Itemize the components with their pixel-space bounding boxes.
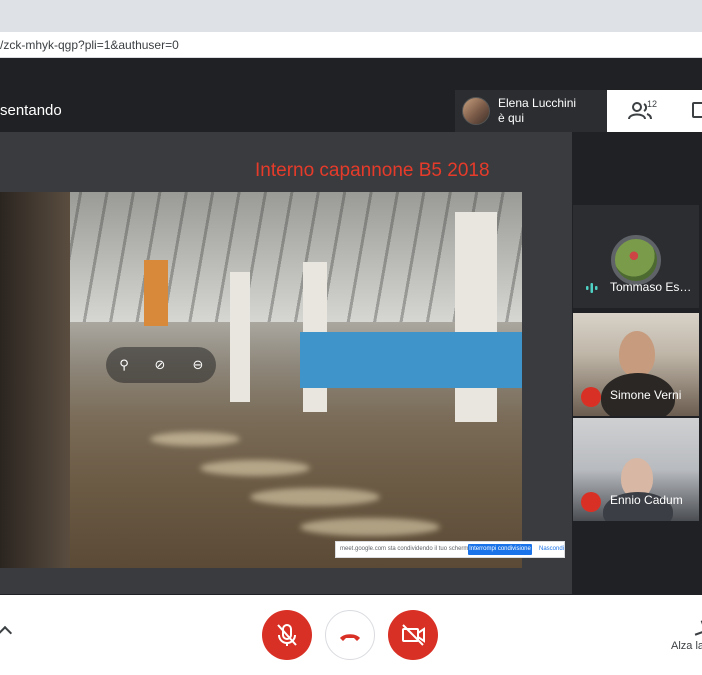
raise-hand-button[interactable]: Alza la: [671, 640, 702, 652]
raise-hand-icon[interactable]: [691, 620, 702, 636]
address-bar[interactable]: /zck-mhyk-qgp?pli=1&authuser=0: [0, 32, 702, 58]
tile-controls: ⚲ ⊘ ⊖: [106, 347, 216, 383]
toggle-mic-button[interactable]: [262, 610, 312, 660]
participant-tile[interactable]: Simone Verni: [573, 313, 699, 416]
leave-call-button[interactable]: [325, 610, 375, 660]
joined-toast-text: Elena Lucchini è qui: [498, 96, 576, 126]
chat-icon[interactable]: [692, 102, 702, 118]
browser-tabstrip: [0, 0, 702, 32]
participant-joined-toast: Elena Lucchini è qui: [455, 90, 607, 132]
participant-tile[interactable]: Tommaso Es…: [573, 205, 699, 308]
slide-photo: [0, 192, 522, 568]
participant-name: Tommaso Es…: [610, 280, 692, 294]
slide-title: Interno capannone B5 2018: [255, 160, 490, 181]
header-actions: 12: [607, 90, 702, 132]
participant-name: Ennio Cadum: [610, 493, 683, 507]
photo-blue-machine: [300, 332, 522, 388]
photo-column: [455, 212, 497, 422]
mic-off-icon: [277, 624, 297, 646]
participant-tiles: Tommaso Es… Simone Verni Ennio Cadum: [573, 205, 702, 525]
photo-floor-light: [250, 488, 380, 506]
hide-share-bar-button[interactable]: Nascondi: [539, 546, 564, 552]
participant-name: Simone Verni: [610, 388, 682, 402]
url-text[interactable]: /zck-mhyk-qgp?pli=1&authuser=0: [0, 38, 179, 52]
remove-icon[interactable]: ⊖: [190, 357, 206, 373]
pin-icon[interactable]: ⚲: [116, 357, 132, 373]
photo-column: [230, 272, 250, 402]
photo-roof: [0, 192, 522, 322]
participant-tile[interactable]: Ennio Cadum: [573, 418, 699, 521]
avatar: [611, 235, 661, 285]
stop-sharing-button[interactable]: Interrompi condivisione: [468, 544, 532, 555]
chevron-up-icon[interactable]: [0, 625, 13, 641]
mic-off-icon: [581, 492, 601, 512]
mic-off-icon: [581, 387, 601, 407]
presenting-label: sentando: [0, 102, 62, 119]
mute-icon[interactable]: ⊘: [152, 357, 168, 373]
screen-share-bar: meet.google.com sta condividendo il tuo …: [335, 541, 565, 558]
speaking-indicator-icon: [586, 283, 598, 293]
joined-name: Elena Lucchini: [498, 96, 577, 110]
toggle-camera-button[interactable]: [388, 610, 438, 660]
photo-orange-panel: [144, 260, 168, 326]
participant-video: [619, 331, 655, 377]
share-bar-text: meet.google.com sta condividendo il tuo …: [340, 546, 474, 552]
people-count: 12: [647, 99, 658, 109]
photo-floor-light: [150, 432, 240, 446]
photo-left-wall: [0, 192, 70, 568]
photo-floor-light: [200, 460, 310, 476]
photo-floor-light: [300, 518, 440, 536]
camera-off-icon: [402, 624, 425, 646]
avatar: [462, 97, 490, 125]
call-controls-bar: Alza la: [0, 595, 702, 675]
hang-up-icon: [340, 634, 360, 641]
joined-status: è qui: [498, 111, 525, 125]
